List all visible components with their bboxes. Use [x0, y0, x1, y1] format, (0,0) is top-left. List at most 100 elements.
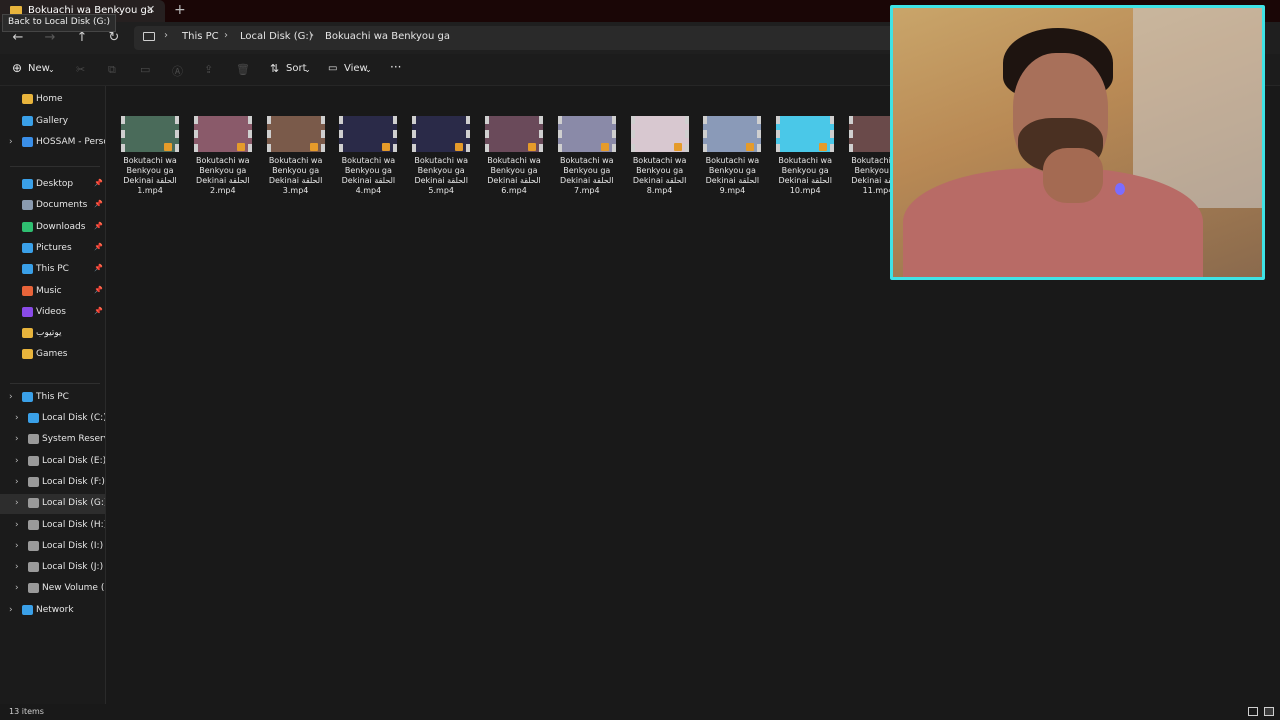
paste-icon[interactable]: ▭	[140, 63, 150, 76]
file-name-line: Benkyou ga	[563, 166, 611, 175]
sidebar-item-drive[interactable]: › Local Disk (I:)	[0, 537, 105, 557]
chevron-right-icon[interactable]: ›	[9, 137, 13, 147]
file-item[interactable]: Bokutachi wa Benkyou ga Dekinai الحلقة 4.mp…	[335, 114, 401, 200]
file-item[interactable]: Bokutachi wa Benkyou ga Dekinai الحلقة 3.mp…	[263, 114, 329, 200]
play-icon	[673, 143, 682, 151]
file-item[interactable]: Bokutachi wa Benkyou ga Dekinai الحلقة 7.mp…	[554, 114, 620, 200]
onedrive-icon	[22, 137, 33, 147]
more-options-button[interactable]: ···	[390, 60, 401, 74]
sidebar-item-pinned[interactable]: يوتيوب	[0, 324, 105, 344]
sidebar-item-pinned[interactable]: Videos 📌	[0, 303, 105, 323]
file-name-line: Benkyou ga	[199, 166, 247, 175]
play-icon	[455, 143, 464, 151]
navigation-pane: HomeGallery›HOSSAM - Persona Desktop📌Doc…	[0, 86, 106, 704]
tab-close-button[interactable]: ✕	[146, 3, 155, 16]
sidebar-item-pinned[interactable]: Downloads 📌	[0, 218, 105, 238]
play-icon	[600, 143, 609, 151]
chevron-right-icon[interactable]: ›	[15, 456, 19, 466]
file-name: Bokutachi wa Benkyou ga Dekinai الحلقة 5.mp…	[408, 156, 474, 196]
breadcrumb-current-folder[interactable]: Bokuachi wa Benkyou ga	[325, 31, 450, 42]
sidebar-item-label: Desktop	[36, 179, 74, 189]
tiles-view-icon[interactable]	[1264, 707, 1274, 716]
sidebar-item-drive[interactable]: › Local Disk (C:)	[0, 409, 105, 429]
delete-icon[interactable]: 🗑	[236, 63, 250, 76]
sidebar-item-label: Local Disk (E:)	[42, 455, 106, 466]
chevron-right-icon[interactable]: ›	[15, 583, 19, 593]
sidebar-item-drive[interactable]: › Local Disk (G:)	[0, 494, 105, 515]
chevron-right-icon[interactable]: ›	[9, 392, 13, 402]
rename-icon[interactable]: Ⓐ	[172, 63, 183, 79]
chevron-right-icon[interactable]: ›	[15, 413, 19, 423]
refresh-button[interactable]: ↻	[106, 30, 122, 45]
file-item[interactable]: Bokutachi wa Benkyou ga Dekinai الحلقة 2.mp…	[190, 114, 256, 200]
drive-icon	[28, 562, 39, 573]
sidebar-item-pinned[interactable]: Music 📌	[0, 282, 105, 302]
video-thumbnail	[703, 116, 762, 152]
file-item[interactable]: Bokutachi wa Benkyou ga Dekinai الحلقة 6.mp…	[481, 114, 547, 200]
sidebar-item-drive[interactable]: › Local Disk (H:)	[0, 516, 105, 536]
details-view-icon[interactable]	[1248, 707, 1258, 716]
copy-icon[interactable]: ⧉	[108, 63, 116, 77]
chevron-down-icon: ⌄	[304, 65, 311, 74]
sidebar-item-drive[interactable]: › System Reserved (	[0, 430, 105, 450]
chevron-right-icon[interactable]: ›	[15, 477, 19, 487]
sidebar-item-drive[interactable]: › Local Disk (J:)	[0, 558, 105, 578]
sidebar-divider	[10, 166, 100, 167]
file-name-line: Bokutachi wa	[705, 156, 760, 165]
sidebar-item-pinned[interactable]: This PC 📌	[0, 260, 105, 280]
file-item[interactable]: Bokutachi wa Benkyou ga Dekinai الحلقة 9.mp…	[699, 114, 765, 200]
sidebar-divider	[10, 383, 100, 384]
sidebar-item-pinned[interactable]: Games	[0, 345, 105, 365]
sidebar-item-pinned[interactable]: Documents 📌	[0, 196, 105, 216]
music-icon	[22, 285, 33, 296]
new-tab-button[interactable]: +	[174, 2, 186, 18]
file-name-line: Benkyou ga	[417, 166, 465, 175]
chevron-right-icon[interactable]: ›	[15, 520, 19, 530]
windows-drive-icon	[28, 413, 39, 423]
file-name-line: Benkyou ga	[636, 166, 684, 175]
sidebar-item-drive[interactable]: › Local Disk (F:)	[0, 473, 105, 493]
sidebar-item-home[interactable]: Home	[0, 90, 105, 110]
breadcrumb-local-disk-g[interactable]: Local Disk (G:)	[240, 31, 313, 42]
network-icon	[22, 605, 33, 615]
cut-icon[interactable]: ✂	[76, 63, 85, 76]
sidebar-item-label: Home	[36, 94, 63, 104]
file-item[interactable]: Bokutachi wa Benkyou ga Dekinai الحلقة 1.mp…	[117, 114, 183, 200]
file-name-line: 1.mp4	[137, 186, 163, 195]
file-name-line: 8.mp4	[646, 186, 673, 195]
chevron-right-icon[interactable]: ›	[15, 541, 19, 551]
file-item[interactable]: Bokutachi wa Benkyou ga Dekinai الحلقة 10.m…	[772, 114, 838, 200]
back-tooltip: Back to Local Disk (G:)	[2, 14, 117, 32]
chevron-right-icon[interactable]: ›	[9, 605, 13, 615]
sidebar-item-drive[interactable]: › New Volume (L:)	[0, 579, 105, 599]
share-icon[interactable]: ⇪	[204, 63, 213, 76]
video-thumbnail	[339, 116, 398, 152]
pin-icon: 📌	[94, 306, 103, 315]
breadcrumb-this-pc[interactable]: This PC	[182, 31, 219, 42]
file-name-line: Dekinai الحلقة	[560, 176, 614, 185]
file-name-line: Dekinai الحلقة	[705, 176, 760, 185]
new-button[interactable]: New	[28, 63, 50, 74]
file-item[interactable]: Bokutachi wa Benkyou ga Dekinai الحلقة 5.mp…	[408, 114, 474, 200]
file-item[interactable]: Bokutachi wa Benkyou ga Dekinai الحلقة 8.mp…	[627, 114, 693, 200]
file-name-line: Benkyou ga	[344, 166, 392, 175]
breadcrumb[interactable]: › This PC › Local Disk (G:) › Bokuachi w…	[134, 26, 894, 50]
chevron-down-icon: ⌄	[365, 65, 372, 74]
chevron-right-icon[interactable]: ›	[15, 434, 19, 444]
sidebar-item-onedrive[interactable]: › HOSSAM - Persona	[0, 133, 105, 153]
desktop-icon	[22, 179, 33, 189]
chevron-right-icon[interactable]: ›	[15, 562, 19, 572]
forward-button[interactable]: →	[42, 30, 58, 45]
sidebar-item-network[interactable]: › Network	[0, 601, 105, 621]
sidebar-item-pinned[interactable]: Desktop 📌	[0, 175, 105, 195]
sidebar-item-drive[interactable]: › Local Disk (E:)	[0, 452, 105, 472]
play-icon	[382, 143, 391, 151]
file-name-line: Bokutachi wa	[778, 156, 832, 165]
sidebar-item-pinned[interactable]: Pictures 📌	[0, 239, 105, 259]
back-button[interactable]: ←	[10, 30, 26, 45]
sidebar-item-this-pc[interactable]: › This PC	[0, 388, 105, 408]
sidebar-item-gallery[interactable]: Gallery	[0, 112, 105, 132]
up-button[interactable]: ↑	[74, 30, 90, 45]
webcam-overlay	[890, 5, 1265, 280]
chevron-right-icon[interactable]: ›	[15, 498, 19, 508]
